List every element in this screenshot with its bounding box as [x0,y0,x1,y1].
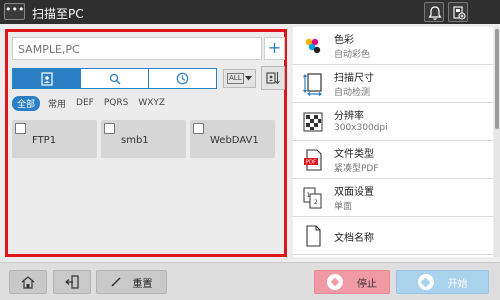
history-icon [176,72,189,85]
start-label: 开始 [447,278,468,290]
setting-value: 自动检测 [334,88,371,98]
setting-scan-size[interactable]: 扫描尺寸 自动检测 [293,65,493,103]
setting-file-type[interactable]: PDF 文件类型 紧凑型PDF [293,141,493,179]
svg-text:PDF: PDF [306,160,317,166]
search-icon [109,73,121,85]
search-box[interactable] [12,37,262,60]
setting-title: 色彩 [334,35,354,46]
home-button[interactable] [9,270,47,294]
setting-value: 300x300dpi [334,123,388,133]
tab-history[interactable] [149,69,216,88]
setting-title: 双面设置 [334,187,374,198]
settings-panel: 色彩 自动彩色 扫描尺寸 自动检测 分辨率 300x300dpi PDF 文件类… [293,27,493,257]
start-button[interactable]: 开始 [396,270,489,294]
search-input[interactable] [13,39,261,60]
destination-item-smb1[interactable]: smb1 [101,120,186,158]
setting-title: 文档名称 [334,233,374,244]
chevron-down-icon [245,76,252,81]
destination-item-ftp1[interactable]: FTP1 [12,120,97,158]
sort-icon [266,72,280,85]
stop-label: 停止 [357,278,377,290]
svg-text:1: 1 [307,192,311,199]
color-icon [305,38,321,54]
destination-checkbox[interactable] [104,123,115,134]
destination-panel: + ALL [5,29,287,257]
setting-title: 扫描尺寸 [334,73,374,84]
index-def[interactable]: DEF [76,98,94,108]
home-icon [21,276,35,289]
bell-icon[interactable] [424,2,444,22]
destination-checkbox[interactable] [15,123,26,134]
logout-icon [65,275,79,289]
scan-size-icon [303,73,322,96]
svg-text:2: 2 [314,199,318,206]
filter-dropdown[interactable]: ALL [223,69,256,88]
setting-title: 分辨率 [334,111,364,122]
duplex-icon: 1 2 [303,187,322,209]
index-pqrs[interactable]: PQRS [104,98,128,108]
scroll-thumb[interactable] [495,29,499,129]
setting-document-name[interactable]: 文档名称 [293,217,493,255]
destination-item-webdav1[interactable]: WebDAV1 [190,120,275,158]
sort-button[interactable] [261,66,285,90]
destination-label: WebDAV1 [210,135,259,146]
pdf-file-icon: PDF [304,149,322,171]
tool-icon[interactable] [448,2,468,22]
filter-value: ALL [227,73,244,84]
tab-address-book[interactable] [13,69,81,88]
resolution-icon [303,112,323,132]
index-filter-row: 全部 常用 DEF PQRS WXYZ [12,95,175,111]
menu-button[interactable]: ••• [4,3,25,20]
address-book-icon [40,71,53,86]
start-icon [417,274,434,290]
setting-value: 自动彩色 [334,50,371,60]
setting-resolution[interactable]: 分辨率 300x300dpi [293,103,493,141]
bottom-bar: 重置 停止 开始 [0,262,500,300]
title-bar: ••• 扫描至PC [0,0,500,24]
tab-search[interactable] [81,69,149,88]
setting-duplex[interactable]: 1 2 双面设置 单面 [293,179,493,217]
setting-value: 单面 [334,202,353,212]
stop-icon [327,274,343,290]
setting-value: 紧凑型PDF [334,164,379,174]
reset-button[interactable]: 重置 [96,270,167,294]
destination-checkbox[interactable] [193,123,204,134]
setting-color[interactable]: 色彩 自动彩色 [293,27,493,65]
reset-icon [111,277,120,287]
setting-title: 文件类型 [334,149,374,160]
logout-button[interactable] [53,270,91,294]
page-title: 扫描至PC [32,7,84,21]
add-destination-button[interactable]: + [264,37,285,60]
index-all[interactable]: 全部 [12,95,41,111]
settings-scrollbar[interactable] [494,27,500,257]
index-wxyz[interactable]: WXYZ [138,98,165,108]
document-icon [306,225,321,247]
tab-group [12,68,217,89]
reset-label: 重置 [132,278,153,290]
index-frequent[interactable]: 常用 [48,97,66,110]
stop-button[interactable]: 停止 [314,270,390,294]
